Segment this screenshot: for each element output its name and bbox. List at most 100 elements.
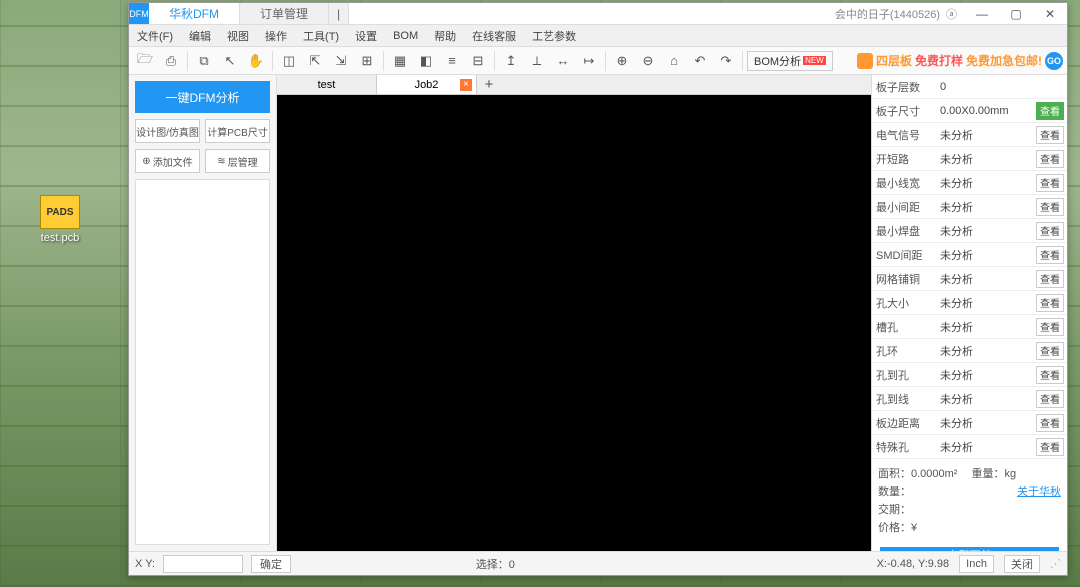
view-button[interactable]: 查看 (1036, 390, 1064, 408)
tool-icon-3[interactable]: ⇲ (329, 50, 353, 72)
menu-item[interactable]: 视图 (219, 28, 257, 44)
properties-table: 板子层数0板子尺寸0.00X0.00mm查看电气信号未分析查看开短路未分析查看最… (872, 75, 1067, 459)
view-button[interactable]: 查看 (1036, 150, 1064, 168)
menu-item[interactable]: 工艺参数 (524, 28, 584, 44)
view-button[interactable]: 查看 (1036, 246, 1064, 264)
prop-name: 最小焊盘 (872, 223, 936, 239)
menu-item[interactable]: 设置 (347, 28, 385, 44)
view-button[interactable]: 查看 (1036, 174, 1064, 192)
calc-pcb-button[interactable]: 计算PCB尺寸 (205, 119, 270, 143)
menu-item[interactable]: 操作 (257, 28, 295, 44)
menu-item[interactable]: 编辑 (181, 28, 219, 44)
prop-value: 未分析 (936, 247, 1036, 263)
property-row: 网格铺铜未分析查看 (872, 267, 1067, 291)
tab-close-icon[interactable]: × (460, 79, 472, 91)
dfm-analyze-button[interactable]: 一键DFM分析 (135, 81, 270, 113)
close-panel-button[interactable]: 关闭 (1004, 555, 1040, 573)
titlebar-tab-blank[interactable]: | (329, 3, 349, 24)
add-tab-button[interactable]: + (477, 75, 501, 94)
print-icon[interactable]: ⎙ (159, 50, 183, 72)
file-tab-test[interactable]: test (277, 75, 377, 94)
user-avatar-icon[interactable]: ⓐ (946, 6, 957, 22)
select-rect-icon[interactable]: ⧉ (192, 50, 216, 72)
menu-item[interactable]: BOM (385, 30, 426, 42)
titlebar-tab-dfm[interactable]: 华秋DFM (149, 3, 240, 24)
open-icon[interactable]: 🗁 (133, 50, 157, 72)
tool-icon-1[interactable]: ◫ (277, 50, 301, 72)
view-button[interactable]: 查看 (1036, 366, 1064, 384)
desktop-file-icon[interactable]: PADS test.pcb (30, 195, 90, 244)
maximize-button[interactable]: ▢ (999, 3, 1033, 24)
desktop-file-label: test.pcb (30, 232, 90, 244)
prop-name: 孔到线 (872, 391, 936, 407)
prop-value: 未分析 (936, 199, 1036, 215)
design-view-button[interactable]: 设计图/仿真图 (135, 119, 200, 143)
tool-icon-6[interactable]: ◧ (414, 50, 438, 72)
property-row: 开短路未分析查看 (872, 147, 1067, 171)
zoom-in-icon[interactable]: ⊕ (610, 50, 634, 72)
pads-icon: PADS (40, 195, 80, 229)
home-icon[interactable]: ⌂ (662, 50, 686, 72)
xy-input[interactable] (163, 555, 243, 573)
gift-icon (857, 53, 873, 69)
arrow-icon[interactable]: ↦ (577, 50, 601, 72)
bom-analyze-button[interactable]: BOM分析 NEW (747, 51, 833, 71)
view-button[interactable]: 查看 (1036, 270, 1064, 288)
view-button[interactable]: 查看 (1036, 126, 1064, 144)
menu-item[interactable]: 工具(T) (295, 28, 347, 44)
tool-icon-5[interactable]: ▦ (388, 50, 412, 72)
summary-box: 面积：0.0000m² 重量：kg 数量： 关于华秋 交期： 价格：¥ (872, 459, 1067, 543)
prop-name: 孔到孔 (872, 367, 936, 383)
menubar: 文件(F)编辑视图操作工具(T)设置BOM帮助在线客服工艺参数 (129, 25, 1067, 47)
left-panel: 一键DFM分析 设计图/仿真图 计算PCB尺寸 ⊕添加文件 ≋层管理 (129, 75, 277, 551)
view-button[interactable]: 查看 (1036, 414, 1064, 432)
layer-manage-button[interactable]: ≋层管理 (205, 149, 270, 173)
file-tab-job2[interactable]: Job2 × (377, 75, 477, 94)
view-button[interactable]: 查看 (1036, 222, 1064, 240)
selection-count: 选择：0 (476, 556, 515, 572)
view-button[interactable]: 查看 (1036, 294, 1064, 312)
resize-grip-icon[interactable]: ⋰ (1050, 557, 1061, 570)
tool-icon-7[interactable]: ≡ (440, 50, 464, 72)
redo-icon[interactable]: ↷ (714, 50, 738, 72)
measure-icon[interactable]: ⟂ (525, 50, 549, 72)
prop-value: 未分析 (936, 415, 1036, 431)
view-button[interactable]: 查看 (1036, 438, 1064, 456)
property-row: 电气信号未分析查看 (872, 123, 1067, 147)
prop-value: 未分析 (936, 151, 1036, 167)
menu-item[interactable]: 在线客服 (464, 28, 524, 44)
prop-value: 未分析 (936, 343, 1036, 359)
tool-icon-4[interactable]: ⊞ (355, 50, 379, 72)
unit-toggle[interactable]: Inch (959, 555, 994, 573)
minimize-button[interactable]: — (965, 3, 999, 24)
property-row: 板边距离未分析查看 (872, 411, 1067, 435)
cursor-icon[interactable]: ↖ (218, 50, 242, 72)
titlebar-tab-orders[interactable]: 订单管理 (240, 3, 329, 24)
prop-value: 未分析 (936, 439, 1036, 455)
pcb-canvas[interactable] (277, 95, 871, 551)
undo-icon[interactable]: ↶ (688, 50, 712, 72)
ruler-icon[interactable]: ↥ (499, 50, 523, 72)
menu-item[interactable]: 帮助 (426, 28, 464, 44)
view-button[interactable]: 查看 (1036, 198, 1064, 216)
add-file-button[interactable]: ⊕添加文件 (135, 149, 200, 173)
close-button[interactable]: ✕ (1033, 3, 1067, 24)
cursor-coords: X:-0.48, Y:9.98 (877, 558, 950, 570)
confirm-button[interactable]: 确定 (251, 555, 291, 573)
zoom-out-icon[interactable]: ⊖ (636, 50, 660, 72)
view-button[interactable]: 查看 (1036, 318, 1064, 336)
about-link[interactable]: 关于华秋 (1017, 483, 1061, 501)
menu-item[interactable]: 文件(F) (129, 28, 181, 44)
property-row: 板子层数0 (872, 75, 1067, 99)
tool-icon-8[interactable]: ⊟ (466, 50, 490, 72)
tool-icon-2[interactable]: ⇱ (303, 50, 327, 72)
prop-value: 未分析 (936, 127, 1036, 143)
distance-icon[interactable]: ↔ (551, 50, 575, 72)
prop-name: 板子尺寸 (872, 103, 936, 119)
hand-icon[interactable]: ✋ (244, 50, 268, 72)
prop-value: 0 (936, 81, 1067, 93)
titlebar: DFM 华秋DFM 订单管理 | 会中的日子(1440526) ⓐ — ▢ ✕ (129, 3, 1067, 25)
view-button[interactable]: 查看 (1036, 102, 1064, 120)
promo-banner[interactable]: 四层板 免费打样 免费加急包邮! GO (857, 52, 1063, 70)
view-button[interactable]: 查看 (1036, 342, 1064, 360)
